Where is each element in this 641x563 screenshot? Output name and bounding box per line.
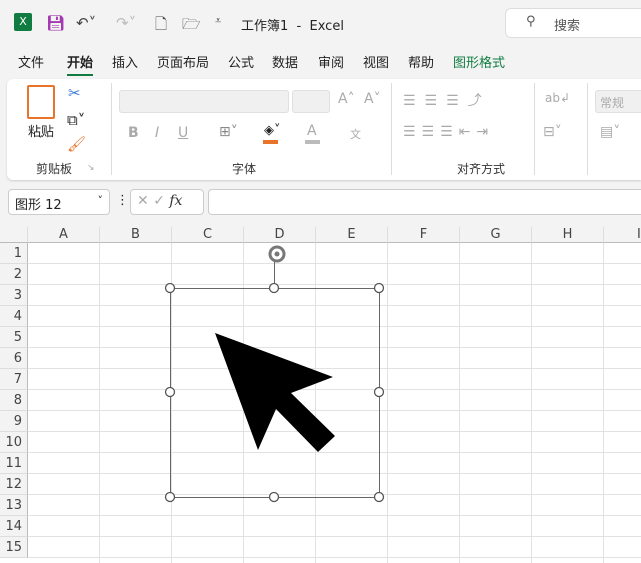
- resize-handle[interactable]: [373, 491, 385, 503]
- resize-handle[interactable]: [164, 386, 176, 398]
- resize-handle[interactable]: [268, 491, 280, 503]
- selected-shape[interactable]: [0, 0, 641, 563]
- cursor-arrow-shape[interactable]: [215, 333, 335, 452]
- resize-handle[interactable]: [373, 282, 385, 294]
- resize-handle[interactable]: [268, 282, 280, 294]
- resize-handle[interactable]: [164, 491, 176, 503]
- resize-handle[interactable]: [373, 386, 385, 398]
- resize-handle[interactable]: [164, 282, 176, 294]
- rotate-handle-icon[interactable]: [268, 245, 286, 263]
